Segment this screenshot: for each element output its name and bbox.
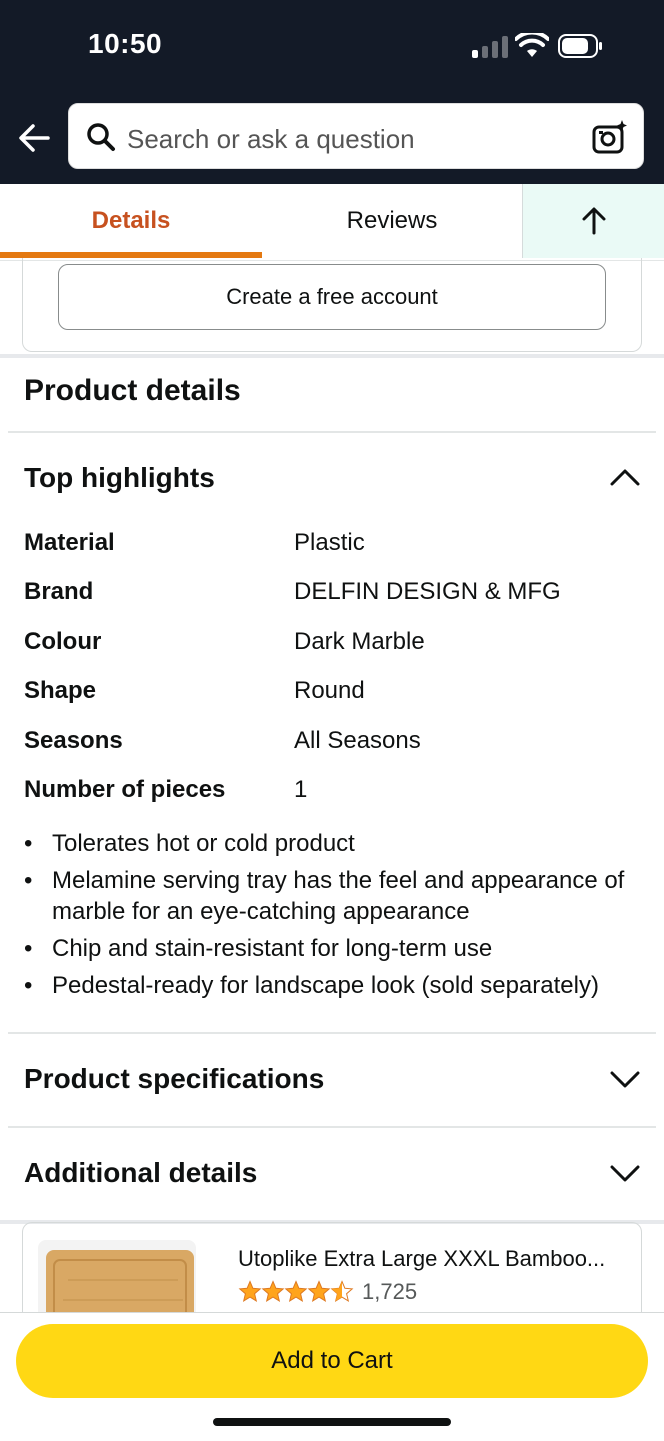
highlight-value: 1 bbox=[294, 776, 308, 803]
chevron-up-icon[interactable] bbox=[608, 466, 642, 488]
section-separator bbox=[0, 354, 664, 358]
highlight-value: All Seasons bbox=[294, 727, 421, 754]
tab-bar: Details Reviews bbox=[0, 184, 664, 261]
create-account-button[interactable]: Create a free account bbox=[58, 264, 606, 330]
status-time: 10:50 bbox=[88, 28, 163, 59]
chevron-down-icon[interactable] bbox=[608, 1068, 642, 1090]
arrow-up-icon bbox=[582, 207, 606, 235]
bullet-item: Chip and stain-resistant for long-term u… bbox=[24, 933, 644, 964]
battery-icon bbox=[558, 34, 602, 58]
wifi-icon bbox=[515, 33, 549, 57]
highlight-key: Number of pieces bbox=[24, 776, 226, 803]
add-to-cart-button[interactable]: Add to Cart bbox=[16, 1324, 648, 1398]
rating-count[interactable]: 1,725 bbox=[362, 1279, 417, 1305]
bullet-item: Tolerates hot or cold product bbox=[24, 828, 644, 859]
highlight-value: Plastic bbox=[294, 529, 365, 556]
home-indicator bbox=[213, 1418, 451, 1426]
product-title[interactable]: Utoplike Extra Large XXXL Bamboo... bbox=[238, 1246, 608, 1272]
divider bbox=[8, 1032, 656, 1034]
highlight-key: Brand bbox=[24, 578, 94, 605]
highlight-key: Colour bbox=[24, 628, 102, 655]
search-input[interactable]: Search or ask a question bbox=[68, 103, 644, 169]
top-highlights-header[interactable]: Top highlights bbox=[24, 462, 215, 494]
highlight-key: Material bbox=[24, 529, 115, 556]
bullet-item: Melamine serving tray has the feel and a… bbox=[24, 865, 644, 927]
search-placeholder: Search or ask a question bbox=[127, 124, 415, 154]
highlight-bullets: Tolerates hot or cold product Melamine s… bbox=[24, 828, 644, 1007]
product-details-title: Product details bbox=[24, 374, 241, 407]
signal-icon bbox=[472, 36, 508, 58]
star-rating bbox=[238, 1280, 354, 1304]
highlight-value: DELFIN DESIGN & MFG bbox=[294, 578, 561, 605]
scroll-top-button[interactable] bbox=[522, 184, 664, 258]
search-icon bbox=[87, 123, 115, 151]
highlight-key: Seasons bbox=[24, 727, 123, 754]
additional-details-header[interactable]: Additional details bbox=[24, 1157, 257, 1189]
chevron-down-icon[interactable] bbox=[608, 1162, 642, 1184]
divider bbox=[8, 431, 656, 433]
highlight-value: Round bbox=[294, 677, 365, 704]
highlight-key: Shape bbox=[24, 677, 97, 704]
header-bar: 10:50 Search or ask a question bbox=[0, 0, 664, 184]
divider bbox=[8, 1126, 656, 1128]
tab-reviews[interactable]: Reviews bbox=[262, 184, 522, 258]
bullet-item: Pedestal-ready for landscape look (sold … bbox=[24, 970, 644, 1001]
product-specifications-header[interactable]: Product specifications bbox=[24, 1063, 324, 1095]
back-arrow-icon[interactable] bbox=[16, 118, 52, 158]
star-icons bbox=[239, 1281, 353, 1302]
camera-icon[interactable] bbox=[591, 118, 629, 156]
tab-details[interactable]: Details bbox=[0, 184, 262, 258]
highlight-value: Dark Marble bbox=[294, 628, 425, 655]
